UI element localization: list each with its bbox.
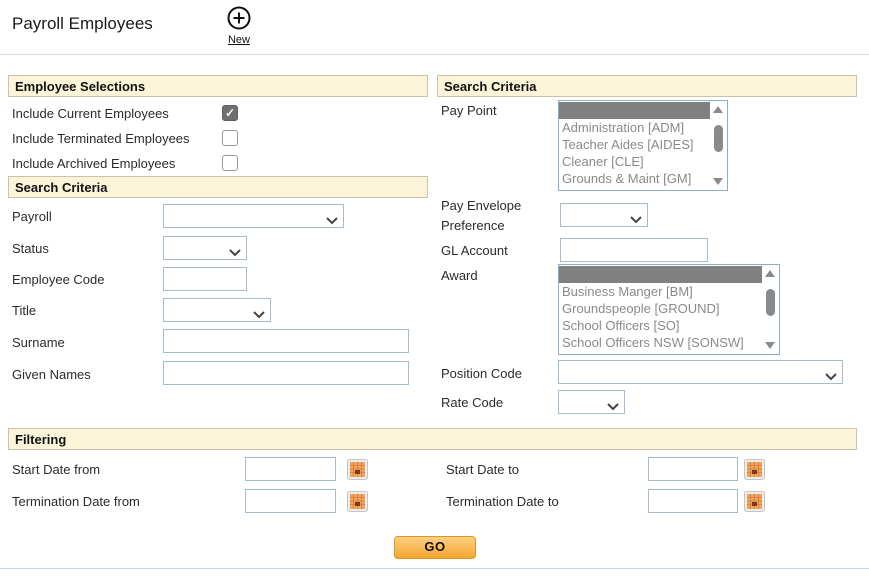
search-criteria-right-header: Search Criteria bbox=[437, 75, 857, 97]
start-date-to-label: Start Date to bbox=[446, 462, 519, 477]
list-item[interactable] bbox=[559, 266, 762, 283]
list-item[interactable]: Teacher Aides [AIDES] bbox=[559, 136, 710, 153]
pay-point-label: Pay Point bbox=[441, 103, 497, 118]
list-item[interactable]: Cleaner [CLE] bbox=[559, 153, 710, 170]
scroll-up-icon[interactable] bbox=[765, 270, 775, 277]
award-options: Business Manger [BM] Groundspeople [GROU… bbox=[559, 265, 762, 354]
termination-date-from-label: Termination Date from bbox=[12, 494, 140, 509]
payroll-employees-page: Payroll Employees New Employee Selection… bbox=[0, 0, 869, 579]
position-code-select[interactable] bbox=[558, 360, 843, 384]
page-title: Payroll Employees bbox=[12, 14, 153, 34]
pay-point-listbox[interactable]: Administration [ADM] Teacher Aides [AIDE… bbox=[558, 100, 728, 191]
pay-envelope-preference-label: Pay Envelope Preference bbox=[441, 196, 553, 236]
new-button-label: New bbox=[214, 34, 264, 46]
employee-selections-header: Employee Selections bbox=[8, 75, 428, 97]
list-item[interactable]: Administration [ADM] bbox=[559, 119, 710, 136]
list-item[interactable]: School Officers [SO] bbox=[559, 317, 762, 334]
calendar-icon[interactable] bbox=[744, 459, 765, 480]
termination-date-from-input[interactable] bbox=[245, 489, 336, 513]
scrollbar-thumb[interactable] bbox=[766, 289, 775, 316]
start-date-to-input[interactable] bbox=[648, 457, 738, 481]
gl-account-input[interactable] bbox=[560, 238, 708, 262]
rate-code-label: Rate Code bbox=[441, 395, 503, 410]
include-terminated-label: Include Terminated Employees bbox=[12, 131, 190, 146]
employee-code-label: Employee Code bbox=[12, 272, 105, 287]
include-archived-checkbox[interactable] bbox=[222, 155, 238, 171]
include-current-checkbox[interactable] bbox=[222, 105, 238, 121]
header-divider bbox=[0, 54, 869, 55]
plus-circle-icon bbox=[226, 19, 252, 34]
title-select[interactable] bbox=[163, 298, 271, 322]
calendar-icon[interactable] bbox=[347, 491, 368, 512]
status-select[interactable] bbox=[163, 236, 247, 260]
title-field-label: Title bbox=[12, 303, 36, 318]
termination-date-to-label: Termination Date to bbox=[446, 494, 559, 509]
chevron-down-icon bbox=[607, 399, 619, 414]
given-names-label: Given Names bbox=[12, 367, 91, 382]
list-item[interactable]: Grounds & Maint [GM] bbox=[559, 170, 710, 187]
pay-point-scrollbar[interactable] bbox=[710, 101, 727, 190]
scroll-down-icon[interactable] bbox=[713, 178, 723, 185]
start-date-from-label: Start Date from bbox=[12, 462, 100, 477]
footer-divider bbox=[0, 568, 869, 569]
termination-date-to-input[interactable] bbox=[648, 489, 738, 513]
list-item[interactable]: School Officers NSW [SONSW] bbox=[559, 334, 762, 351]
list-item[interactable] bbox=[559, 102, 710, 119]
payroll-select[interactable] bbox=[163, 204, 344, 228]
chevron-down-icon bbox=[326, 213, 338, 228]
given-names-input[interactable] bbox=[163, 361, 409, 385]
employee-code-input[interactable] bbox=[163, 267, 247, 291]
chevron-down-icon bbox=[630, 212, 642, 227]
calendar-icon[interactable] bbox=[744, 491, 765, 512]
list-item[interactable]: Business Manger [BM] bbox=[559, 283, 762, 300]
pay-point-options: Administration [ADM] Teacher Aides [AIDE… bbox=[559, 101, 710, 190]
surname-label: Surname bbox=[12, 335, 65, 350]
new-button[interactable]: New bbox=[214, 5, 264, 46]
status-label: Status bbox=[12, 241, 49, 256]
surname-input[interactable] bbox=[163, 329, 409, 353]
search-criteria-left-header: Search Criteria bbox=[8, 176, 428, 198]
filtering-header: Filtering bbox=[8, 428, 857, 450]
award-listbox[interactable]: Business Manger [BM] Groundspeople [GROU… bbox=[558, 264, 780, 355]
rate-code-select[interactable] bbox=[558, 390, 625, 414]
calendar-icon[interactable] bbox=[347, 459, 368, 480]
chevron-down-icon bbox=[825, 369, 837, 384]
go-button[interactable]: GO bbox=[394, 536, 476, 559]
include-current-label: Include Current Employees bbox=[12, 106, 169, 121]
award-scrollbar[interactable] bbox=[762, 265, 779, 354]
scroll-up-icon[interactable] bbox=[713, 106, 723, 113]
include-terminated-checkbox[interactable] bbox=[222, 130, 238, 146]
position-code-label: Position Code bbox=[441, 366, 522, 381]
include-archived-label: Include Archived Employees bbox=[12, 156, 175, 171]
pay-envelope-preference-select[interactable] bbox=[560, 203, 648, 227]
award-label: Award bbox=[441, 268, 478, 283]
start-date-from-input[interactable] bbox=[245, 457, 336, 481]
chevron-down-icon bbox=[253, 307, 265, 322]
chevron-down-icon bbox=[229, 245, 241, 260]
gl-account-label: GL Account bbox=[441, 243, 508, 258]
scrollbar-thumb[interactable] bbox=[714, 125, 723, 152]
scroll-down-icon[interactable] bbox=[765, 342, 775, 349]
list-item[interactable]: Groundspeople [GROUND] bbox=[559, 300, 762, 317]
payroll-label: Payroll bbox=[12, 209, 52, 224]
